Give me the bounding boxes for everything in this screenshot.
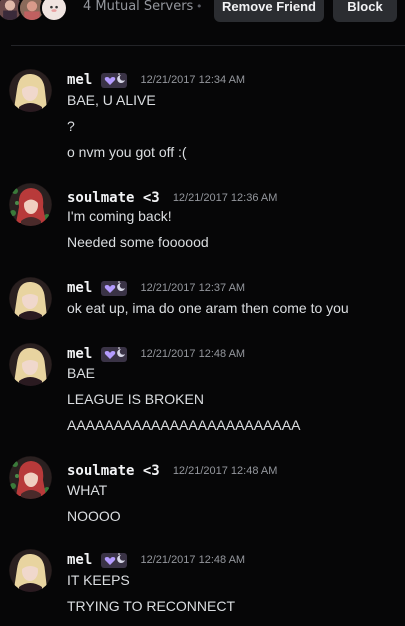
purple-heart-moon-badge (101, 346, 128, 362)
message-text: LEAGUE IS BROKEN (67, 391, 204, 407)
mutual-server-avatars[interactable] (0, 0, 80, 22)
message-text: NOOOO (67, 508, 121, 524)
blonde-avatar[interactable] (9, 277, 52, 320)
timestamp: 12/21/2017 12:48 AM (140, 347, 246, 360)
profile-actions-bar: 4 Mutual Servers • Remove Friend Block (0, 0, 405, 30)
message-header: mel 12/21/2017 12:48 AM (67, 343, 246, 363)
mutual-servers-label[interactable]: 4 Mutual Servers (83, 0, 193, 14)
username[interactable]: mel (67, 551, 92, 569)
message-header: soulmate <3 12/21/2017 12:48 AM (67, 460, 278, 480)
message-text: IT KEEPS (67, 572, 130, 588)
timestamp: 12/21/2017 12:48 AM (140, 553, 246, 566)
red-hair-avatar[interactable] (9, 183, 52, 226)
username[interactable]: mel (67, 345, 92, 363)
header-divider (11, 45, 405, 46)
blonde-avatar[interactable] (9, 69, 52, 112)
purple-heart-moon-badge (101, 552, 128, 568)
message-text: Needed some foooood (67, 234, 209, 250)
message-text: AAAAAAAAAAAAAAAAAAAAAAAAA (67, 417, 301, 433)
purple-heart-moon-badge (101, 280, 128, 296)
remove-friend-button[interactable]: Remove Friend (214, 0, 324, 22)
blonde-avatar[interactable] (9, 343, 52, 386)
block-button[interactable]: Block (333, 0, 397, 22)
timestamp: 12/21/2017 12:37 AM (140, 281, 246, 294)
message-text: ? (67, 118, 75, 134)
message-header: soulmate <3 12/21/2017 12:36 AM (67, 187, 278, 207)
message-text: WHAT (67, 482, 108, 498)
timestamp: 12/21/2017 12:34 AM (140, 73, 246, 86)
message-text: o nvm you got off :( (67, 144, 187, 160)
purple-heart-moon-badge (101, 72, 128, 88)
username[interactable]: soulmate <3 (67, 189, 160, 207)
separator-dot: • (196, 0, 203, 13)
username[interactable]: soulmate <3 (67, 462, 160, 480)
dm-conversation: 4 Mutual Servers • Remove Friend Block m… (0, 0, 405, 626)
red-hair-avatar[interactable] (9, 456, 52, 499)
message-header: mel 12/21/2017 12:48 AM (67, 549, 246, 569)
message-text: TRYING TO RECONNECT (67, 598, 236, 614)
message-header: mel 12/21/2017 12:37 AM (67, 277, 246, 297)
blonde-avatar[interactable] (9, 549, 52, 592)
message-text: ok eat up, ima do one aram then come to … (67, 300, 349, 316)
message-header: mel 12/21/2017 12:34 AM (67, 69, 246, 89)
username[interactable]: mel (67, 279, 92, 297)
timestamp: 12/21/2017 12:48 AM (172, 464, 278, 477)
message-text: BAE, U ALIVE (67, 92, 156, 108)
username[interactable]: mel (67, 71, 92, 89)
timestamp: 12/21/2017 12:36 AM (172, 191, 278, 204)
message-text: I'm coming back! (67, 208, 172, 224)
server-avatar-3 (40, 0, 68, 22)
message-text: BAE (67, 365, 96, 381)
